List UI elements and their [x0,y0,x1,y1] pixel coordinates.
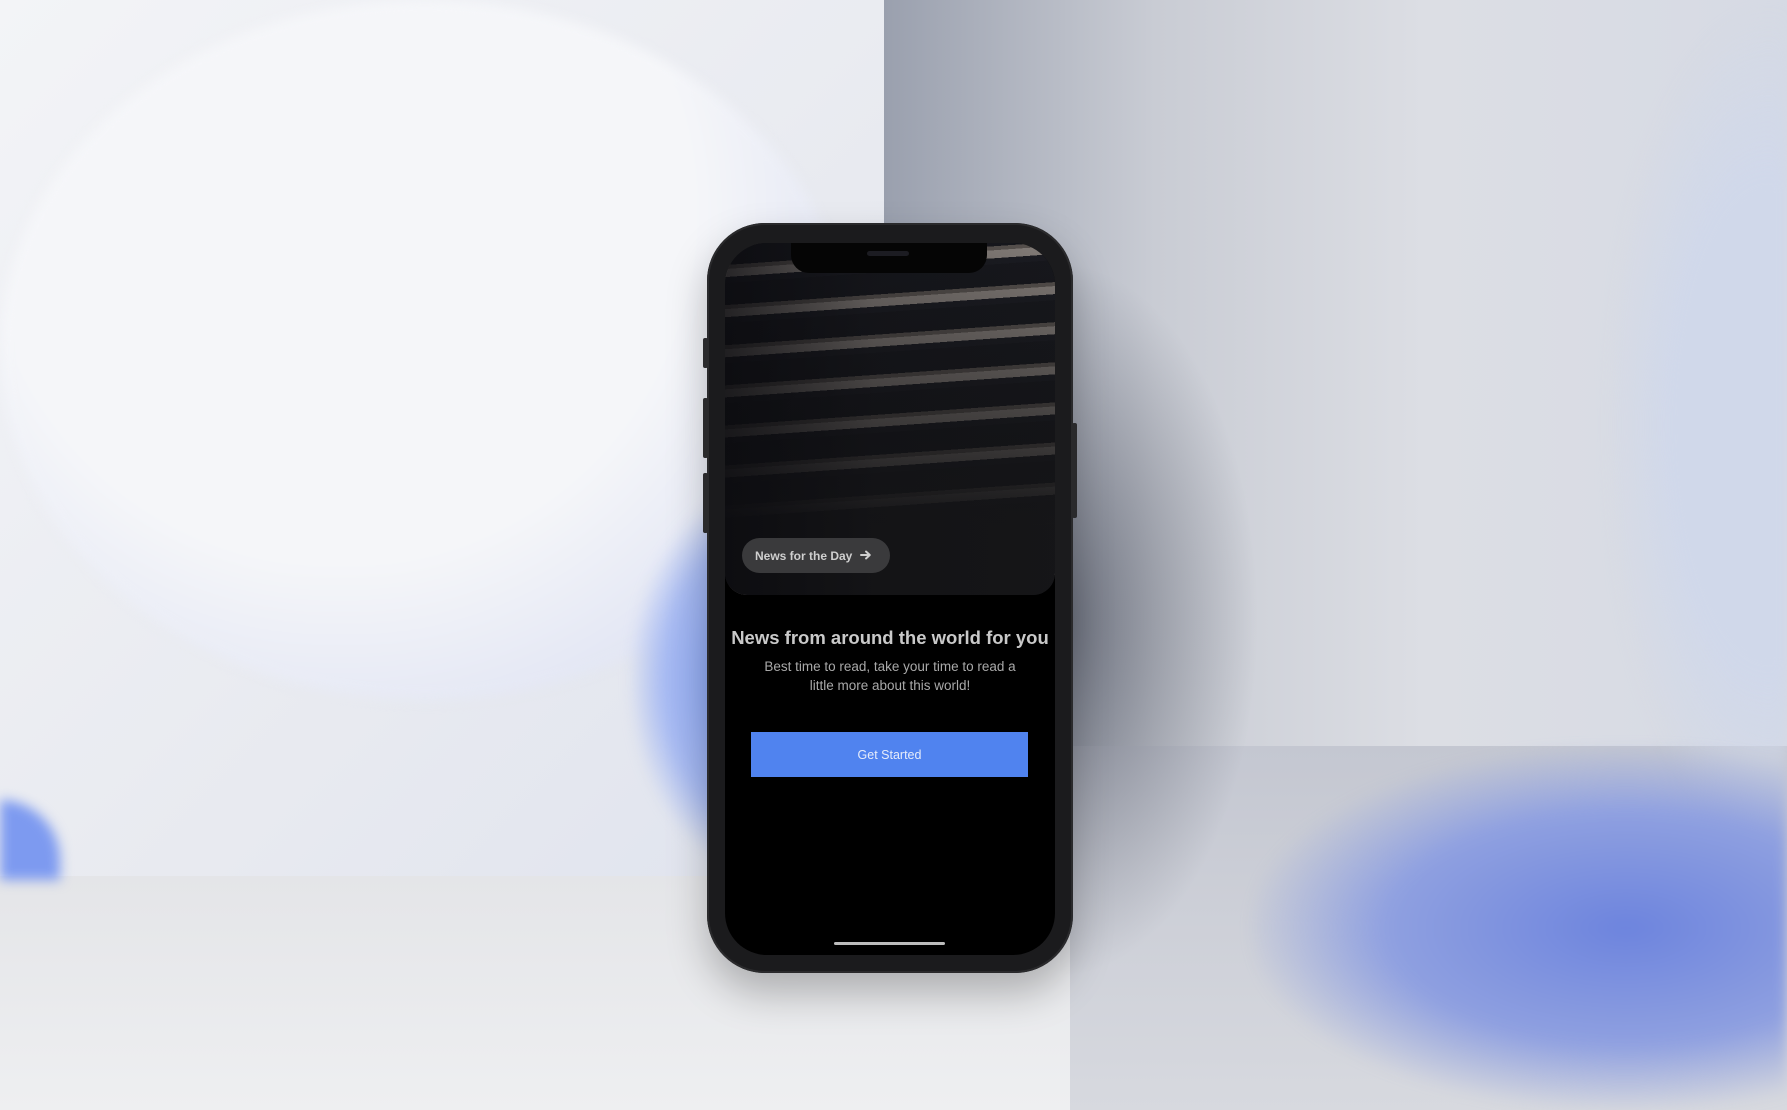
speaker [867,251,909,256]
news-for-the-day-badge[interactable]: News for the Day [742,538,891,573]
badge-label: News for the Day [755,548,853,563]
volume-up-button [703,398,708,458]
onboarding-subtitle: Best time to read, take your time to rea… [764,659,1016,693]
app-screen: News for the Day News from around the wo… [725,243,1055,955]
phone-frame: News for the Day News from around the wo… [703,223,1077,973]
volume-down-button [703,473,708,533]
power-button [1072,423,1077,518]
decor-blob [1600,0,1787,850]
get-started-button[interactable]: Get Started [751,732,1028,777]
notch [791,243,987,273]
mute-switch [703,338,708,368]
decor-blob [1250,746,1787,1110]
home-indicator[interactable] [834,942,945,945]
onboarding-title: News from around the world for you [731,627,1049,648]
phone-shadow [1060,260,1260,980]
arrow-right-icon [860,549,872,563]
